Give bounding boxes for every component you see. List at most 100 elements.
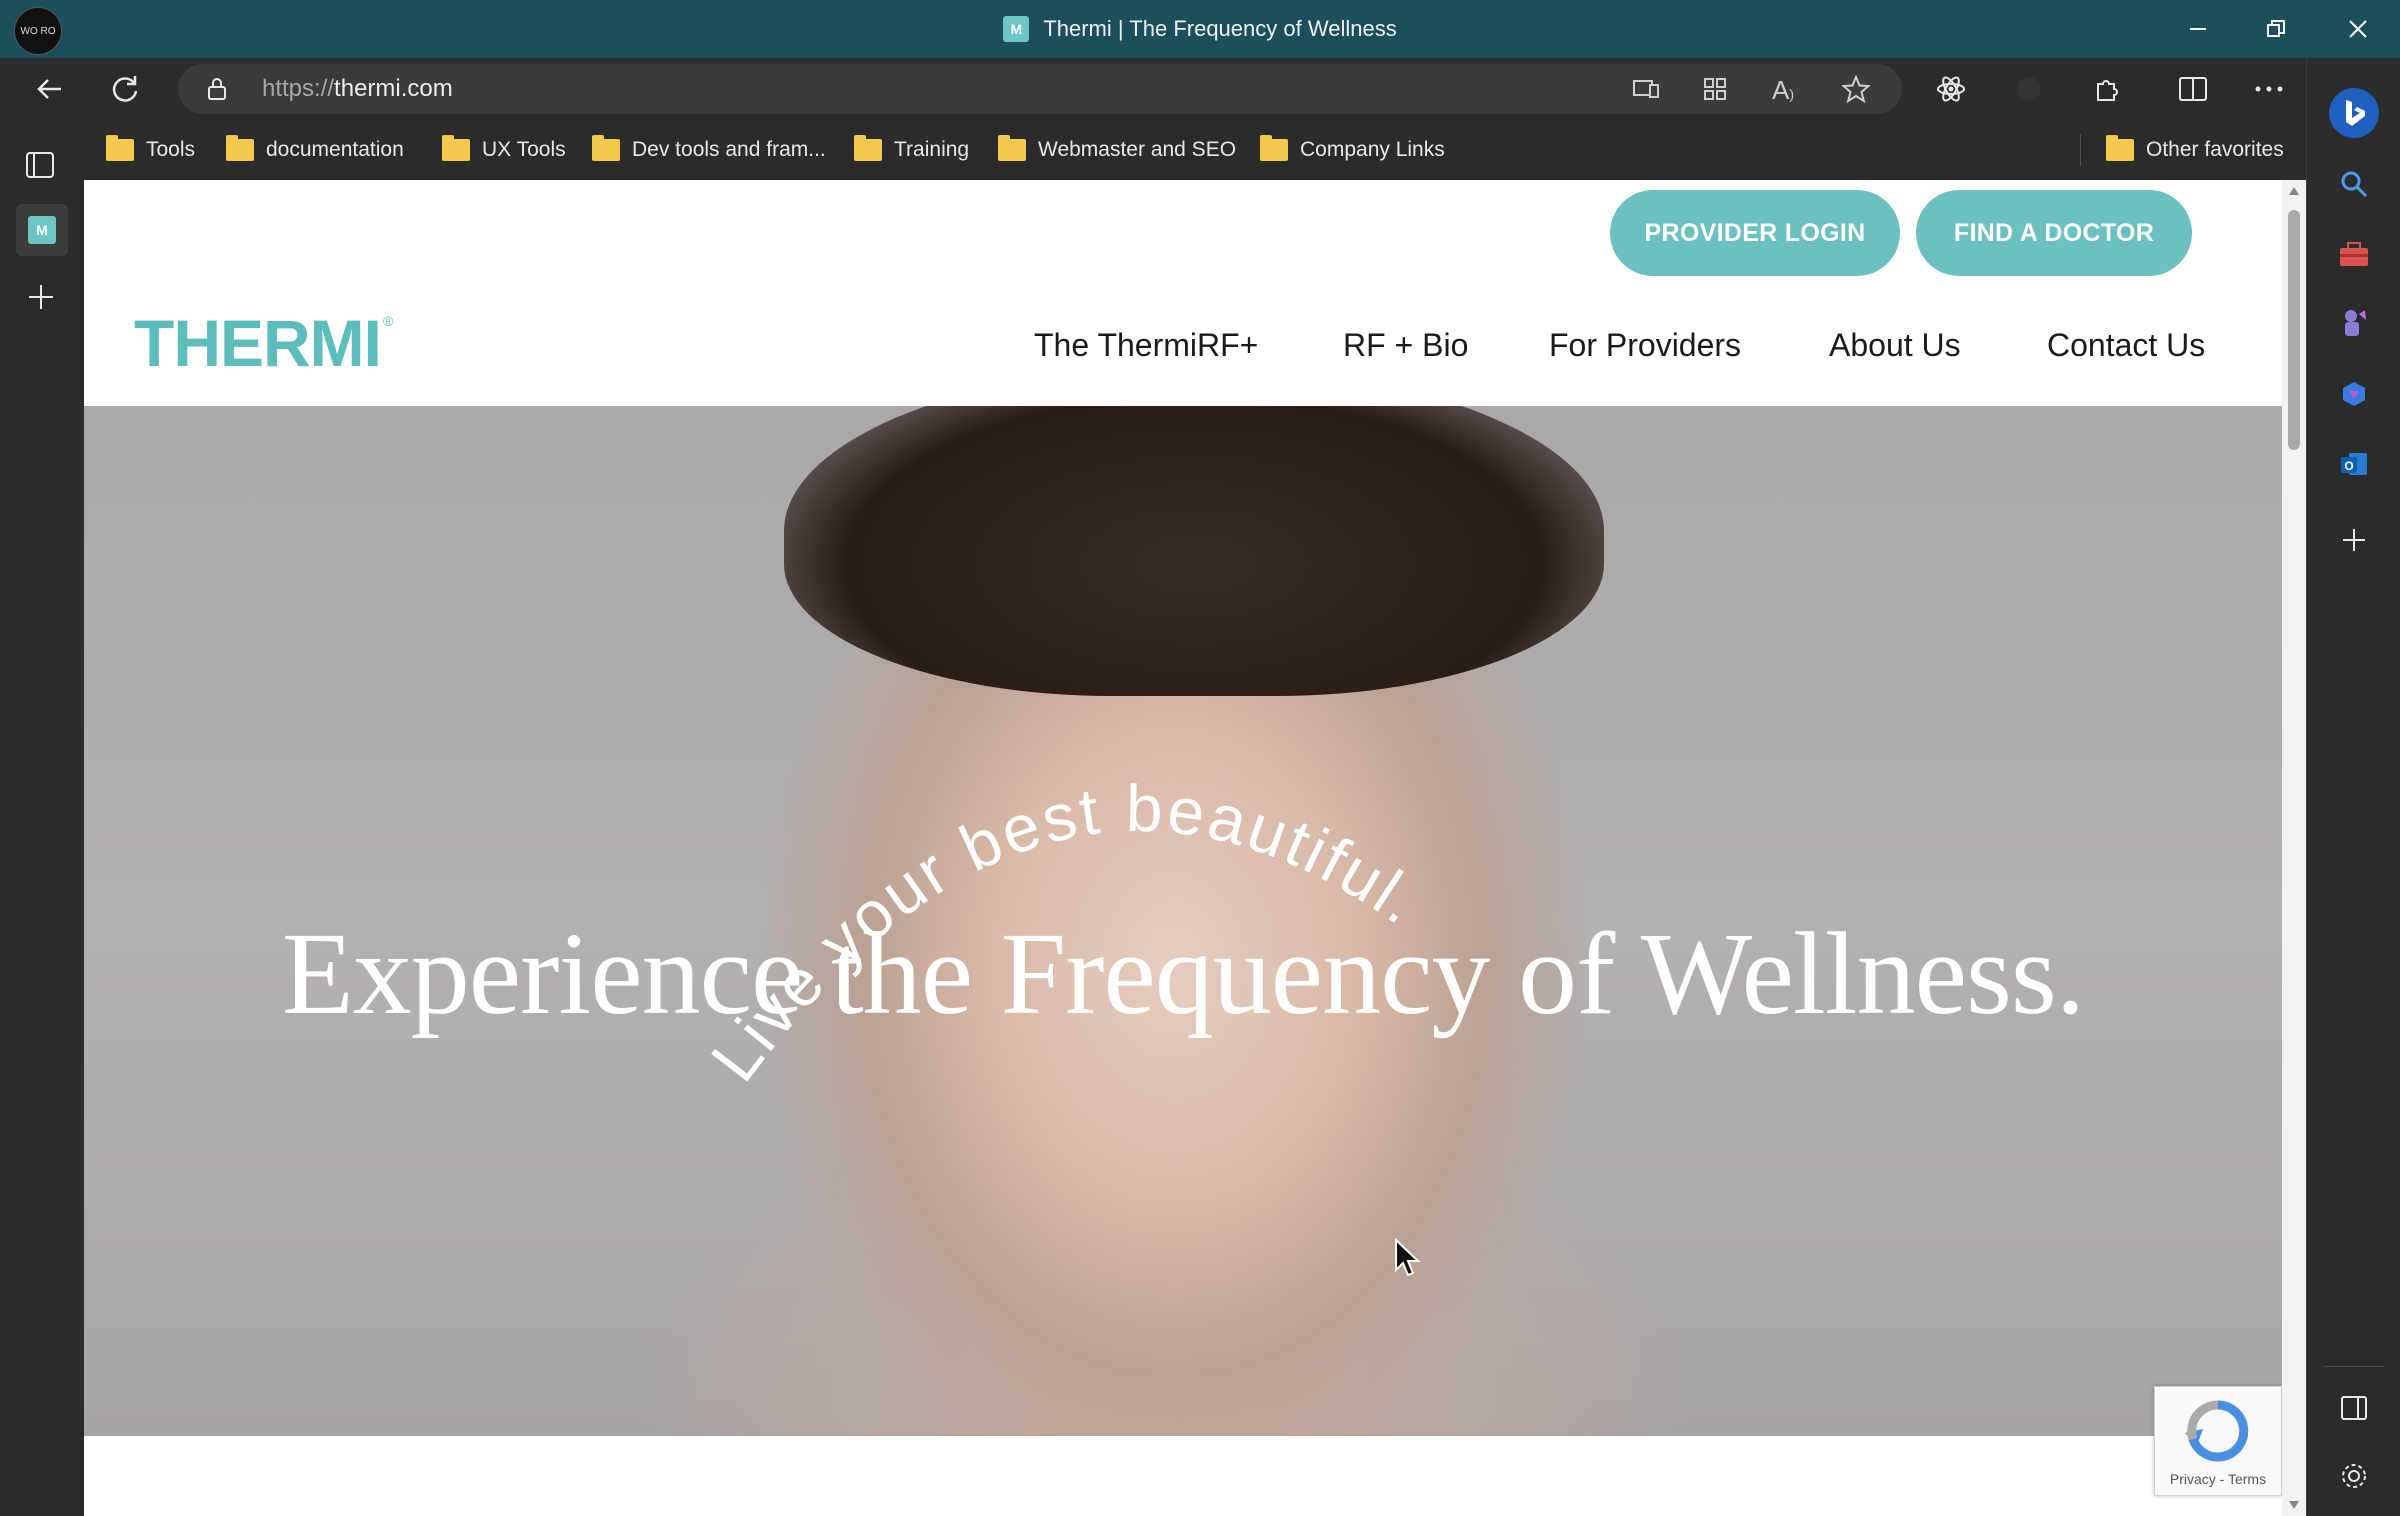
app-available-icon[interactable]: [1632, 76, 1660, 107]
back-button[interactable]: [26, 66, 72, 112]
bookmarks-divider: [2080, 134, 2081, 166]
bing-icon: [2346, 100, 2365, 126]
recaptcha-icon: [2185, 1400, 2249, 1462]
bing-copilot-button[interactable]: [2329, 88, 2379, 138]
restore-button[interactable]: [2240, 0, 2312, 58]
recaptcha-links[interactable]: Privacy - Terms: [2155, 1471, 2281, 1487]
folder-icon: [226, 135, 254, 161]
folder-icon: [106, 135, 134, 161]
sidebar-copilot-button[interactable]: [2330, 370, 2378, 418]
bookmark-label: Tools: [146, 138, 196, 161]
find-a-doctor-button[interactable]: FIND A DOCTOR: [1916, 190, 2192, 276]
hero-headline: Experience the Frequency of Wellness.: [281, 908, 2086, 1039]
tab-actions-icon[interactable]: [24, 150, 58, 185]
edge-sidebar: O: [2306, 58, 2400, 1516]
copilot-icon: [2343, 382, 2365, 406]
close-window-button[interactable]: [2322, 0, 2394, 58]
nav-for-providers[interactable]: For Providers: [1549, 320, 1741, 370]
restore-icon: [2267, 20, 2285, 37]
bookmark-label: Other favorites: [2146, 138, 2284, 161]
read-aloud-icon[interactable]: A): [1772, 75, 1794, 106]
folder-icon: [854, 135, 882, 161]
gear-icon: [2342, 1464, 2366, 1488]
refresh-icon: [112, 76, 138, 102]
nav-about-us[interactable]: About Us: [1829, 320, 1961, 370]
mouse-cursor-icon: [1395, 1238, 1421, 1277]
bookmark-company-links[interactable]: Company Links: [1260, 120, 1445, 180]
bookmark-label: Webmaster and SEO: [1038, 138, 1237, 161]
sidebar-settings-button[interactable]: [2330, 1452, 2378, 1500]
svg-text:O: O: [2344, 459, 2353, 473]
scrollbar-thumb[interactable]: [2288, 210, 2300, 450]
folder-icon: [998, 135, 1026, 161]
toolbox-icon: [2340, 242, 2368, 266]
minimize-icon: [2190, 28, 2206, 30]
hide-sidebar-button[interactable]: [2330, 1384, 2378, 1432]
folder-icon: [2106, 135, 2134, 161]
bookmark-label: UX Tools: [482, 138, 566, 161]
sidebar-outlook-button[interactable]: O: [2330, 440, 2378, 488]
back-arrow-icon: [37, 79, 61, 99]
new-tab-button[interactable]: [26, 282, 56, 317]
scroll-up-icon: [2289, 187, 2299, 195]
sidebar-divider: [2323, 1366, 2385, 1367]
url-host: thermi.com: [334, 75, 453, 102]
nav-contact-us[interactable]: Contact Us: [2047, 320, 2205, 370]
extensions-grid-icon[interactable]: [1702, 76, 1728, 107]
scroll-down-icon: [2289, 1501, 2299, 1509]
folder-icon: [592, 135, 620, 161]
sidebar-panel-icon: [2341, 1396, 2367, 1420]
url-scheme: https://: [262, 75, 335, 102]
plus-icon: [2343, 529, 2365, 551]
bookmark-other-favorites[interactable]: Other favorites: [2106, 120, 2284, 180]
more-menu-icon[interactable]: [2246, 66, 2292, 112]
minimize-button[interactable]: [2162, 0, 2234, 58]
close-icon: [2349, 20, 2367, 38]
address-bar[interactable]: https://thermi.com A): [178, 64, 1902, 114]
page-scrollbar[interactable]: [2282, 180, 2306, 1516]
split-screen-icon[interactable]: [2170, 66, 2216, 112]
bookmarks-bar: Tools documentation UX Tools Dev tools a…: [84, 120, 2306, 180]
bookmark-label: Training: [894, 138, 970, 161]
lock-icon[interactable]: [206, 77, 228, 106]
logo-text: THERMI: [134, 306, 382, 380]
folder-icon: [442, 135, 470, 161]
recaptcha-badge[interactable]: Privacy - Terms: [2154, 1386, 2282, 1496]
page-viewport: PROVIDER LOGIN FIND A DOCTOR THERMI ® The…: [84, 180, 2306, 1516]
bookmark-webmaster-seo[interactable]: Webmaster and SEO: [998, 120, 1236, 180]
extension-placeholder-icon[interactable]: [2006, 66, 2052, 112]
thermi-logo[interactable]: THERMI ®: [134, 298, 393, 388]
refresh-button[interactable]: [102, 66, 148, 112]
site-favicon-icon: M: [1003, 16, 1030, 42]
bookmark-documentation[interactable]: documentation: [226, 120, 404, 180]
sidebar-tools-button[interactable]: [2330, 230, 2378, 278]
bookmark-label: Dev tools and fram...: [632, 138, 826, 161]
plus-icon: [29, 285, 53, 309]
sidebar-add-button[interactable]: [2330, 516, 2378, 564]
react-devtools-icon[interactable]: [1928, 66, 1974, 112]
tab-thermi[interactable]: M: [16, 204, 68, 256]
bookmark-training[interactable]: Training: [854, 120, 969, 180]
bookmark-dev-tools[interactable]: Dev tools and fram...: [592, 120, 826, 180]
window-title: M Thermi | The Frequency of Wellness: [0, 0, 2400, 58]
extensions-puzzle-icon[interactable]: [2084, 66, 2130, 112]
favorite-star-icon[interactable]: [1840, 74, 1872, 108]
url-text[interactable]: https://thermi.com: [262, 64, 453, 114]
nav-thermirf[interactable]: The ThermiRF+: [1034, 320, 1258, 370]
provider-login-button[interactable]: PROVIDER LOGIN: [1610, 190, 1900, 276]
bookmark-ux-tools[interactable]: UX Tools: [442, 120, 566, 180]
nav-rf-bio[interactable]: RF + Bio: [1343, 320, 1468, 370]
search-icon: [2341, 171, 2368, 198]
chess-piece-icon: [2345, 310, 2366, 336]
bookmark-label: documentation: [266, 138, 404, 161]
registered-mark: ®: [382, 313, 393, 329]
folder-icon: [1260, 135, 1288, 161]
bookmark-label: Company Links: [1300, 138, 1445, 161]
thermi-favicon-icon: M: [28, 216, 56, 244]
vertical-tabs-bar: M: [0, 120, 84, 1516]
sidebar-games-button[interactable]: [2330, 300, 2378, 348]
sidebar-search-button[interactable]: [2330, 160, 2378, 208]
bookmark-tools[interactable]: Tools: [106, 120, 195, 180]
window-title-bar: WO RO M Thermi | The Frequency of Wellne…: [0, 0, 2400, 58]
window-title-text: Thermi | The Frequency of Wellness: [1043, 16, 1397, 41]
